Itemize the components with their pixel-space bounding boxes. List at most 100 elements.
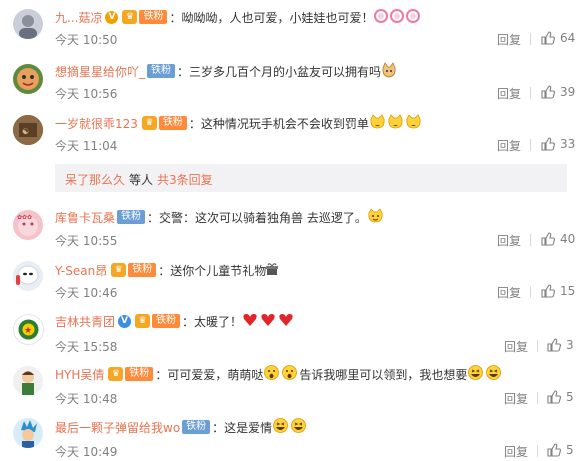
avatar[interactable]: ✿✿✿ [13,210,43,240]
comment-text: ：这种情况玩手机会不会收到罚单 [188,116,369,131]
thumbs-up-icon [547,390,561,404]
v-verified-icon: V [118,314,132,328]
comment-text: ：太暖了！ [182,314,243,329]
comment-item: 想摘星星给你吖_ 铁粉 ：三岁多几百个月的小盆友可以拥有吗 今天 10:56 回… [0,55,582,105]
like-button[interactable]: 15 [541,284,575,298]
comment-text: ：呦呦呦，人也可爱，小娃娃也可爱！ [169,10,374,25]
like-button[interactable]: 64 [541,31,575,45]
comment-item: HYH吴倩 ♛ 铁粉 ：可可爱爱，萌萌哒 告诉我哪里可以领到，我也想要 今天 1… [0,356,582,408]
avatar[interactable] [13,366,43,396]
laughing-emoji [272,417,308,437]
comment-time: 今天 11:04 [55,139,118,153]
like-count: 39 [560,85,576,99]
laughing-emoji [467,364,503,384]
reply-button[interactable]: 回复 [497,137,521,154]
reply-button[interactable]: 回复 [504,390,528,407]
comment-item: ✿✿✿ 库鲁卡瓦桑 铁粉 ：交警：这次可以骑着独角兽 去巡逻了。 今天 10:5… [0,200,582,252]
like-button[interactable]: 5 [547,443,574,457]
like-count: 64 [560,31,576,45]
thumbs-up-icon [541,232,555,246]
comment-text: ：送你个儿童节礼物 [158,263,267,278]
thumbs-up-icon [541,137,555,151]
like-count: 5 [566,443,574,457]
sub-reply-user[interactable]: 呆了那么久 [65,171,125,188]
laughing-emoji [369,113,423,133]
comment-time: 今天 10:55 [55,234,118,248]
crown-icon: ♛ [135,314,151,328]
comment-item: Y-Sean昂 ♛ 铁粉 ：送你个儿童节礼物 今天 10:46 回复 15 [0,252,582,304]
grin-emoji [367,207,384,227]
comment-text-continued: 告诉我哪里可以领到，我也想要 [299,367,468,382]
sub-replies-box[interactable]: 呆了那么久 等人 共3条回复 [55,164,567,192]
reply-button[interactable]: 回复 [497,31,521,48]
like-button[interactable]: 39 [541,85,575,99]
comment-time: 今天 15:58 [55,340,118,354]
comment-item: ☯ 一岁就很乖123 ♛ 铁粉 ：这种情况玩手机会不会收到罚单 今天 11:04… [0,105,582,160]
like-button[interactable]: 33 [541,137,575,151]
username[interactable]: 最后一颗子弹留给我wo [55,419,180,436]
username[interactable]: 一岁就很乖123 [55,115,138,132]
comment-time: 今天 10:56 [55,87,118,101]
comment-text: ：这是爱情 [212,420,273,435]
comment-time: 今天 10:46 [55,286,118,300]
cat-emoji [381,61,397,81]
avatar[interactable] [13,418,43,448]
comment-time: 今天 10:50 [55,33,118,47]
avatar[interactable]: ☯ [13,115,43,145]
like-count: 40 [560,232,576,246]
like-button[interactable]: 5 [547,390,574,404]
avatar[interactable] [13,64,43,94]
divider [530,286,531,298]
avatar[interactable] [13,9,43,39]
thumbs-up-icon [547,443,561,457]
reply-button[interactable]: 回复 [497,85,521,102]
reply-button[interactable]: 回复 [497,232,521,249]
username[interactable]: 库鲁卡瓦桑 [55,209,115,226]
comment-text: ：三岁多几百个月的小盆友可以拥有吗 [177,64,382,79]
view-replies-link[interactable]: 共3条回复 [157,171,213,188]
thumbs-up-icon [547,338,561,352]
thumbs-up-icon [541,284,555,298]
like-count: 3 [566,338,574,352]
crown-icon: ♛ [108,367,124,381]
tiefen-badge: 铁粉 [158,116,187,130]
like-count: 33 [560,137,576,151]
svg-text:☯: ☯ [22,127,29,136]
divider [530,234,531,246]
username[interactable]: Y-Sean昂 [55,262,107,279]
gift-emoji [266,262,279,279]
avatar[interactable]: ★ [13,314,44,345]
reply-button[interactable]: 回复 [497,284,521,301]
reply-button[interactable]: 回复 [504,338,528,355]
like-button[interactable]: 40 [541,232,575,246]
divider [537,340,538,352]
avatar[interactable] [13,261,43,291]
username[interactable]: 吉林共青团 [55,313,115,330]
comment-time: 今天 10:48 [55,392,118,406]
surprised-emoji [263,364,299,384]
username[interactable]: 想摘星星给你吖_ [55,63,145,80]
comment-text: ：交警：这次可以骑着独角兽 去巡逻了。 [147,210,367,225]
like-count: 5 [566,390,574,404]
tiefen-badge: 铁粉 [125,367,154,381]
like-count: 15 [560,284,576,298]
divider [530,139,531,151]
tiefen-badge: 铁粉 [117,210,146,224]
v-verified-icon: V [105,10,119,24]
tiefen-badge: 铁粉 [139,10,168,24]
lollipop-emoji [373,8,421,27]
divider [537,445,538,457]
comment-item: 九...菇凉 V ♛ 铁粉 ：呦呦呦，人也可爱，小娃娃也可爱！ 今天 10:50… [0,0,582,55]
username[interactable]: 九...菇凉 [55,9,102,26]
comment-text: ：可可爱爱，萌萌哒 [155,367,264,382]
tiefen-badge: 铁粉 [152,314,181,328]
crown-icon: ♛ [141,116,157,130]
sub-reply-middle: 等人 [129,173,154,187]
crown-icon: ♛ [111,263,127,277]
like-button[interactable]: 3 [547,338,574,352]
reply-button[interactable]: 回复 [504,443,528,460]
username[interactable]: HYH吴倩 [55,366,104,383]
divider [530,33,531,45]
divider [537,392,538,404]
svg-text:★: ★ [24,326,32,336]
